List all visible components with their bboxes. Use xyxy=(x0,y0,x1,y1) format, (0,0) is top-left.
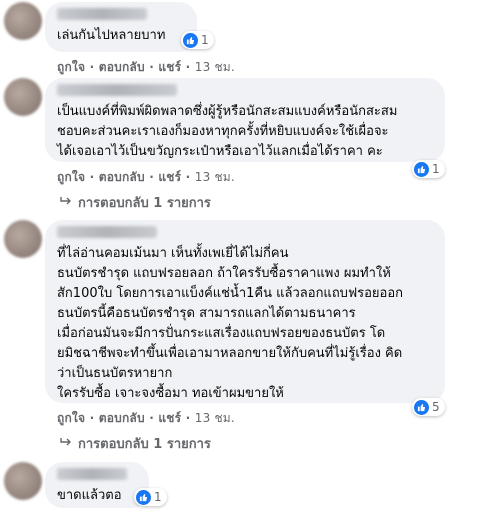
reaction-count[interactable]: 5 xyxy=(412,398,445,416)
thumbs-up-icon xyxy=(183,32,198,48)
view-replies-link[interactable]: การตอบกลับ 1 รายการ xyxy=(60,433,211,454)
reply-arrow-icon xyxy=(60,436,72,451)
thumbs-up-icon xyxy=(414,161,429,177)
replies-label: การตอบกลับ 1 รายการ xyxy=(78,196,211,211)
comment-bubble: ขาดแล้วตอ xyxy=(45,462,149,508)
like-link[interactable]: ถูกใจ xyxy=(57,411,85,425)
reaction-count[interactable]: 1 xyxy=(181,31,214,49)
reaction-number: 5 xyxy=(432,400,440,414)
reply-link[interactable]: ตอบกลับ xyxy=(99,411,145,425)
reaction-count[interactable]: 1 xyxy=(412,160,445,178)
reaction-number: 1 xyxy=(201,33,209,47)
comment-bubble: เป็นแบงค์ที่พิมพ์ผิดพลาดซึ่งผู้รู้หรือนั… xyxy=(45,78,445,162)
like-link[interactable]: ถูกใจ xyxy=(57,170,85,184)
comment-bubble: เล่นกันไปหลายบาท xyxy=(45,2,197,52)
comment-actions: ถูกใจ · ตอบกลับ · แชร์ · 13 ชม. xyxy=(57,411,235,425)
avatar[interactable] xyxy=(4,78,42,116)
timestamp[interactable]: 13 ชม. xyxy=(195,411,235,425)
timestamp[interactable]: 13 ชม. xyxy=(195,60,235,74)
reaction-number: 1 xyxy=(154,490,162,504)
comment-text: ขาดแล้วตอ xyxy=(57,488,122,503)
avatar[interactable] xyxy=(4,462,42,500)
author-name-blurred[interactable] xyxy=(57,8,147,20)
reaction-number: 1 xyxy=(432,162,440,176)
share-link[interactable]: แชร์ xyxy=(158,411,181,425)
reaction-count[interactable]: 1 xyxy=(134,488,167,506)
reply-arrow-icon xyxy=(60,195,72,210)
author-name-blurred[interactable] xyxy=(57,226,157,238)
share-link[interactable]: แชร์ xyxy=(158,60,181,74)
comment-text: เล่นกันไปหลายบาท xyxy=(57,28,166,43)
comment-bubble: ที่ไล่อ่านคอมเม้นมา เห็นทั้งเพเยี่ได้ไม่… xyxy=(45,220,445,403)
reply-link[interactable]: ตอบกลับ xyxy=(99,170,145,184)
comment-actions: ถูกใจ · ตอบกลับ · แชร์ · 13 ชม. xyxy=(57,170,235,184)
thumbs-up-icon xyxy=(414,399,429,415)
replies-label: การตอบกลับ 1 รายการ xyxy=(78,437,211,452)
author-name-blurred[interactable] xyxy=(57,84,177,96)
reply-link[interactable]: ตอบกลับ xyxy=(99,60,145,74)
comment-text: ที่ไล่อ่านคอมเม้นมา เห็นทั้งเพเยี่ได้ไม่… xyxy=(57,246,404,401)
comment-text: เป็นแบงค์ที่พิมพ์ผิดพลาดซึ่งผู้รู้หรือนั… xyxy=(57,104,398,159)
avatar[interactable] xyxy=(4,2,42,40)
timestamp[interactable]: 13 ชม. xyxy=(195,170,235,184)
author-name-blurred[interactable] xyxy=(57,468,127,480)
view-replies-link[interactable]: การตอบกลับ 1 รายการ xyxy=(60,192,211,213)
like-link[interactable]: ถูกใจ xyxy=(57,60,85,74)
share-link[interactable]: แชร์ xyxy=(158,170,181,184)
thumbs-up-icon xyxy=(136,489,151,505)
comment-actions: ถูกใจ · ตอบกลับ · แชร์ · 13 ชม. xyxy=(57,60,235,74)
avatar[interactable] xyxy=(4,220,42,258)
